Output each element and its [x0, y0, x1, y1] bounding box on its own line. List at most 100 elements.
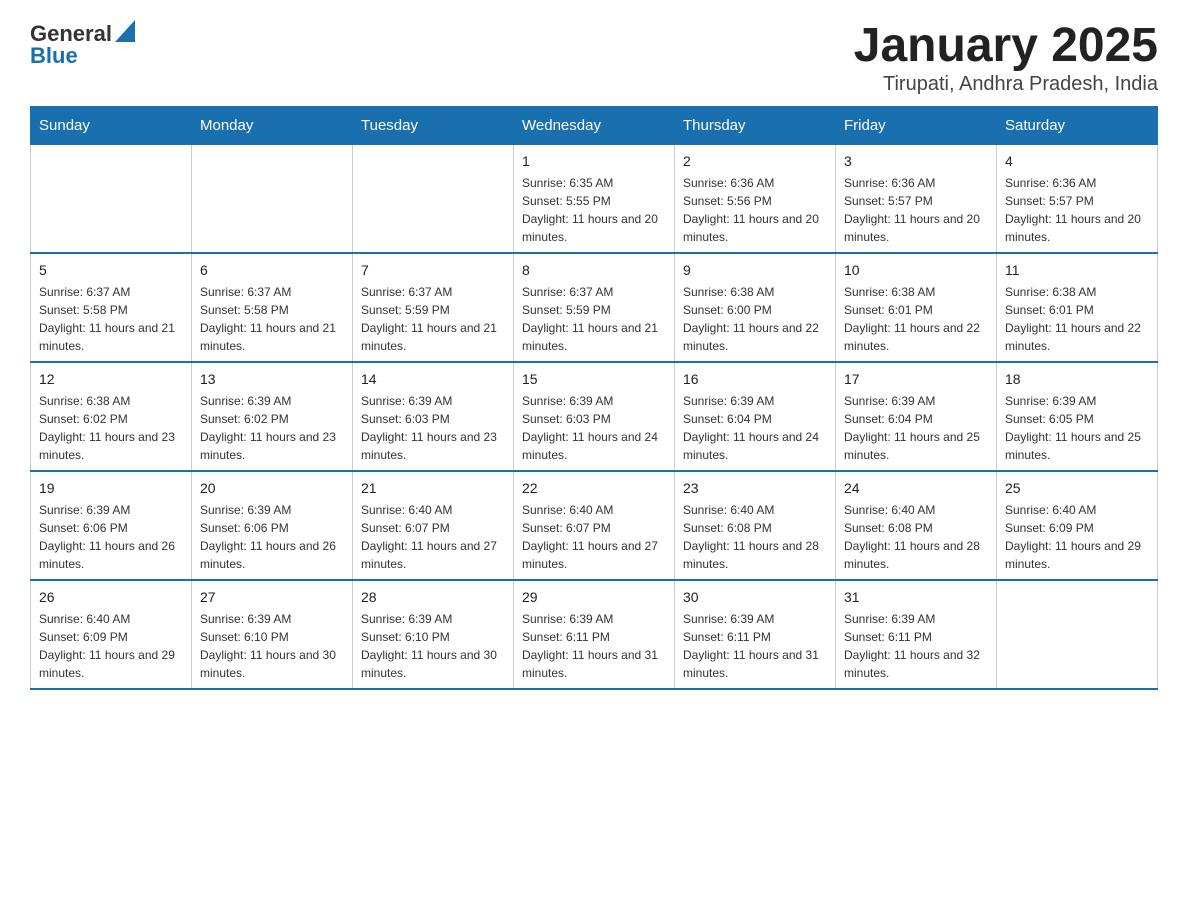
- day-cell: 1Sunrise: 6:35 AM Sunset: 5:55 PM Daylig…: [514, 144, 675, 253]
- day-number: 21: [361, 478, 505, 499]
- day-number: 24: [844, 478, 988, 499]
- day-number: 23: [683, 478, 827, 499]
- day-number: 5: [39, 260, 183, 281]
- title-block: January 2025 Tirupati, Andhra Pradesh, I…: [854, 20, 1158, 96]
- day-number: 27: [200, 587, 344, 608]
- calendar-header: SundayMondayTuesdayWednesdayThursdayFrid…: [31, 106, 1158, 144]
- day-number: 2: [683, 151, 827, 172]
- day-info: Sunrise: 6:38 AM Sunset: 6:01 PM Dayligh…: [1005, 283, 1149, 355]
- day-cell: 27Sunrise: 6:39 AM Sunset: 6:10 PM Dayli…: [192, 580, 353, 689]
- header-cell-saturday: Saturday: [997, 106, 1158, 144]
- day-cell: 30Sunrise: 6:39 AM Sunset: 6:11 PM Dayli…: [675, 580, 836, 689]
- page-header: General Blue January 2025 Tirupati, Andh…: [30, 20, 1158, 96]
- day-cell: 24Sunrise: 6:40 AM Sunset: 6:08 PM Dayli…: [836, 471, 997, 580]
- day-cell: 5Sunrise: 6:37 AM Sunset: 5:58 PM Daylig…: [31, 253, 192, 362]
- day-cell: 11Sunrise: 6:38 AM Sunset: 6:01 PM Dayli…: [997, 253, 1158, 362]
- header-cell-friday: Friday: [836, 106, 997, 144]
- day-cell: [31, 144, 192, 253]
- day-number: 8: [522, 260, 666, 281]
- logo-text-blue: Blue: [30, 43, 78, 69]
- day-info: Sunrise: 6:39 AM Sunset: 6:11 PM Dayligh…: [683, 610, 827, 682]
- day-info: Sunrise: 6:38 AM Sunset: 6:00 PM Dayligh…: [683, 283, 827, 355]
- day-cell: 4Sunrise: 6:36 AM Sunset: 5:57 PM Daylig…: [997, 144, 1158, 253]
- day-number: 9: [683, 260, 827, 281]
- calendar-table: SundayMondayTuesdayWednesdayThursdayFrid…: [30, 106, 1158, 690]
- day-cell: [192, 144, 353, 253]
- day-number: 28: [361, 587, 505, 608]
- day-info: Sunrise: 6:40 AM Sunset: 6:07 PM Dayligh…: [522, 501, 666, 573]
- day-number: 12: [39, 369, 183, 390]
- day-info: Sunrise: 6:36 AM Sunset: 5:57 PM Dayligh…: [844, 174, 988, 246]
- day-info: Sunrise: 6:39 AM Sunset: 6:04 PM Dayligh…: [844, 392, 988, 464]
- week-row-1: 1Sunrise: 6:35 AM Sunset: 5:55 PM Daylig…: [31, 144, 1158, 253]
- day-info: Sunrise: 6:36 AM Sunset: 5:56 PM Dayligh…: [683, 174, 827, 246]
- day-number: 20: [200, 478, 344, 499]
- day-number: 11: [1005, 260, 1149, 281]
- header-cell-sunday: Sunday: [31, 106, 192, 144]
- day-info: Sunrise: 6:37 AM Sunset: 5:58 PM Dayligh…: [39, 283, 183, 355]
- week-row-2: 5Sunrise: 6:37 AM Sunset: 5:58 PM Daylig…: [31, 253, 1158, 362]
- day-cell: 6Sunrise: 6:37 AM Sunset: 5:58 PM Daylig…: [192, 253, 353, 362]
- day-info: Sunrise: 6:40 AM Sunset: 6:08 PM Dayligh…: [683, 501, 827, 573]
- day-cell: 17Sunrise: 6:39 AM Sunset: 6:04 PM Dayli…: [836, 362, 997, 471]
- day-cell: 7Sunrise: 6:37 AM Sunset: 5:59 PM Daylig…: [353, 253, 514, 362]
- day-number: 16: [683, 369, 827, 390]
- day-number: 18: [1005, 369, 1149, 390]
- day-info: Sunrise: 6:40 AM Sunset: 6:08 PM Dayligh…: [844, 501, 988, 573]
- header-cell-monday: Monday: [192, 106, 353, 144]
- day-number: 22: [522, 478, 666, 499]
- day-info: Sunrise: 6:37 AM Sunset: 5:58 PM Dayligh…: [200, 283, 344, 355]
- day-info: Sunrise: 6:40 AM Sunset: 6:07 PM Dayligh…: [361, 501, 505, 573]
- day-cell: 29Sunrise: 6:39 AM Sunset: 6:11 PM Dayli…: [514, 580, 675, 689]
- day-info: Sunrise: 6:39 AM Sunset: 6:03 PM Dayligh…: [361, 392, 505, 464]
- week-row-5: 26Sunrise: 6:40 AM Sunset: 6:09 PM Dayli…: [31, 580, 1158, 689]
- day-cell: [997, 580, 1158, 689]
- day-info: Sunrise: 6:39 AM Sunset: 6:10 PM Dayligh…: [361, 610, 505, 682]
- day-info: Sunrise: 6:39 AM Sunset: 6:02 PM Dayligh…: [200, 392, 344, 464]
- day-number: 15: [522, 369, 666, 390]
- day-info: Sunrise: 6:39 AM Sunset: 6:11 PM Dayligh…: [844, 610, 988, 682]
- day-number: 17: [844, 369, 988, 390]
- day-info: Sunrise: 6:37 AM Sunset: 5:59 PM Dayligh…: [522, 283, 666, 355]
- day-info: Sunrise: 6:40 AM Sunset: 6:09 PM Dayligh…: [1005, 501, 1149, 573]
- day-cell: 19Sunrise: 6:39 AM Sunset: 6:06 PM Dayli…: [31, 471, 192, 580]
- day-number: 3: [844, 151, 988, 172]
- calendar-title: January 2025: [854, 20, 1158, 73]
- day-info: Sunrise: 6:36 AM Sunset: 5:57 PM Dayligh…: [1005, 174, 1149, 246]
- day-cell: 21Sunrise: 6:40 AM Sunset: 6:07 PM Dayli…: [353, 471, 514, 580]
- day-cell: 12Sunrise: 6:38 AM Sunset: 6:02 PM Dayli…: [31, 362, 192, 471]
- day-cell: 8Sunrise: 6:37 AM Sunset: 5:59 PM Daylig…: [514, 253, 675, 362]
- calendar-body: 1Sunrise: 6:35 AM Sunset: 5:55 PM Daylig…: [31, 144, 1158, 689]
- day-cell: 9Sunrise: 6:38 AM Sunset: 6:00 PM Daylig…: [675, 253, 836, 362]
- day-number: 30: [683, 587, 827, 608]
- day-number: 13: [200, 369, 344, 390]
- day-info: Sunrise: 6:39 AM Sunset: 6:06 PM Dayligh…: [39, 501, 183, 573]
- header-cell-wednesday: Wednesday: [514, 106, 675, 144]
- day-info: Sunrise: 6:37 AM Sunset: 5:59 PM Dayligh…: [361, 283, 505, 355]
- day-info: Sunrise: 6:39 AM Sunset: 6:04 PM Dayligh…: [683, 392, 827, 464]
- day-info: Sunrise: 6:39 AM Sunset: 6:11 PM Dayligh…: [522, 610, 666, 682]
- day-number: 19: [39, 478, 183, 499]
- header-cell-tuesday: Tuesday: [353, 106, 514, 144]
- day-cell: 3Sunrise: 6:36 AM Sunset: 5:57 PM Daylig…: [836, 144, 997, 253]
- day-number: 14: [361, 369, 505, 390]
- day-info: Sunrise: 6:40 AM Sunset: 6:09 PM Dayligh…: [39, 610, 183, 682]
- day-number: 26: [39, 587, 183, 608]
- week-row-4: 19Sunrise: 6:39 AM Sunset: 6:06 PM Dayli…: [31, 471, 1158, 580]
- day-cell: 18Sunrise: 6:39 AM Sunset: 6:05 PM Dayli…: [997, 362, 1158, 471]
- day-number: 1: [522, 151, 666, 172]
- day-cell: 16Sunrise: 6:39 AM Sunset: 6:04 PM Dayli…: [675, 362, 836, 471]
- day-cell: 14Sunrise: 6:39 AM Sunset: 6:03 PM Dayli…: [353, 362, 514, 471]
- day-cell: 23Sunrise: 6:40 AM Sunset: 6:08 PM Dayli…: [675, 471, 836, 580]
- day-info: Sunrise: 6:39 AM Sunset: 6:03 PM Dayligh…: [522, 392, 666, 464]
- day-info: Sunrise: 6:38 AM Sunset: 6:01 PM Dayligh…: [844, 283, 988, 355]
- week-row-3: 12Sunrise: 6:38 AM Sunset: 6:02 PM Dayli…: [31, 362, 1158, 471]
- day-number: 25: [1005, 478, 1149, 499]
- day-cell: 25Sunrise: 6:40 AM Sunset: 6:09 PM Dayli…: [997, 471, 1158, 580]
- day-cell: 26Sunrise: 6:40 AM Sunset: 6:09 PM Dayli…: [31, 580, 192, 689]
- day-cell: 31Sunrise: 6:39 AM Sunset: 6:11 PM Dayli…: [836, 580, 997, 689]
- calendar-subtitle: Tirupati, Andhra Pradesh, India: [854, 73, 1158, 96]
- logo: General Blue: [30, 20, 135, 69]
- day-number: 6: [200, 260, 344, 281]
- day-number: 29: [522, 587, 666, 608]
